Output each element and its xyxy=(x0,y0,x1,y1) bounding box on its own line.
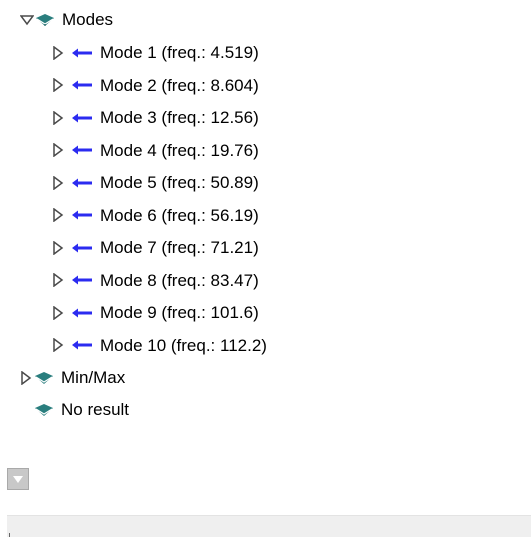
panel-marker xyxy=(9,533,10,537)
collapse-twisty-icon[interactable] xyxy=(51,272,65,288)
left-arrow-icon xyxy=(70,307,94,319)
tree-node-label: Mode 4 (freq.: 19.76) xyxy=(100,140,259,160)
tree-node-modes[interactable]: Modes xyxy=(20,3,113,36)
tree-node-minmax[interactable]: Min/Max xyxy=(19,361,125,394)
left-arrow-icon xyxy=(70,79,94,91)
left-arrow-icon xyxy=(70,209,94,221)
bottom-panel xyxy=(7,515,531,537)
tree-node-label: Mode 3 (freq.: 12.56) xyxy=(100,108,259,127)
tree-node-mode-item[interactable]: Mode 7 (freq.: 71.21) xyxy=(51,231,259,264)
tree-node-label: Mode 2 (freq.: 8.604) xyxy=(100,75,259,95)
tree-node-label: Mode 7 (freq.: 71.21) xyxy=(100,238,259,257)
collapse-twisty-icon[interactable] xyxy=(19,370,33,386)
left-arrow-icon xyxy=(70,242,94,254)
left-arrow-icon xyxy=(70,339,94,351)
tree-node-label: Mode 5 (freq.: 50.89) xyxy=(100,173,259,192)
left-arrow-icon xyxy=(70,112,94,124)
left-arrow-icon xyxy=(70,144,94,156)
tree-node-mode-item[interactable]: Mode 2 (freq.: 8.604) xyxy=(51,69,259,102)
tree-node-label: No result xyxy=(61,400,130,419)
tree-node-label: Mode 6 (freq.: 56.19) xyxy=(100,205,259,225)
chevron-down-icon xyxy=(13,475,23,483)
collapse-twisty-icon[interactable] xyxy=(51,45,65,61)
tree-node-mode-item[interactable]: Mode 1 (freq.: 4.519) xyxy=(51,36,259,69)
collapse-twisty-icon[interactable] xyxy=(51,77,65,93)
book-icon xyxy=(33,370,55,386)
tree-node-mode-item[interactable]: Mode 9 (freq.: 101.6) xyxy=(51,296,259,329)
tree-node-label: Mode 10 (freq.: 112.2) xyxy=(100,335,267,355)
left-arrow-icon xyxy=(70,177,94,189)
book-icon xyxy=(33,402,55,418)
tree-node-label: Mode 9 (freq.: 101.6) xyxy=(100,303,259,322)
tree-node-label: Modes xyxy=(62,10,114,29)
expand-twisty-icon[interactable] xyxy=(20,12,34,28)
collapse-twisty-icon[interactable] xyxy=(51,240,65,256)
tree-node-mode-item[interactable]: Mode 4 (freq.: 19.76) xyxy=(51,134,259,167)
left-arrow-icon xyxy=(70,274,94,286)
dropdown-toggle-button[interactable] xyxy=(7,468,29,490)
tree-node-label: Mode 1 (freq.: 4.519) xyxy=(100,43,259,62)
book-icon xyxy=(34,12,56,28)
collapse-twisty-icon[interactable] xyxy=(51,175,65,191)
collapse-twisty-icon[interactable] xyxy=(51,337,65,353)
tree-node-label: Min/Max xyxy=(61,368,126,387)
tree-node-mode-item[interactable]: Mode 5 (freq.: 50.89) xyxy=(51,166,259,199)
collapse-twisty-icon[interactable] xyxy=(51,305,65,321)
left-arrow-icon xyxy=(70,47,94,59)
tree-node-mode-item[interactable]: Mode 8 (freq.: 83.47) xyxy=(51,264,259,297)
tree-node-mode-item[interactable]: Mode 6 (freq.: 56.19) xyxy=(51,199,259,232)
collapse-twisty-icon[interactable] xyxy=(51,207,65,223)
tree-node-mode-item[interactable]: Mode 10 (freq.: 112.2) xyxy=(51,329,267,362)
collapse-twisty-icon[interactable] xyxy=(51,110,65,126)
tree-node-label: Mode 8 (freq.: 83.47) xyxy=(100,270,259,290)
tree-node-mode-item[interactable]: Mode 3 (freq.: 12.56) xyxy=(51,101,259,134)
collapse-twisty-icon[interactable] xyxy=(51,142,65,158)
tree-node-no-result[interactable]: No result xyxy=(33,393,129,426)
